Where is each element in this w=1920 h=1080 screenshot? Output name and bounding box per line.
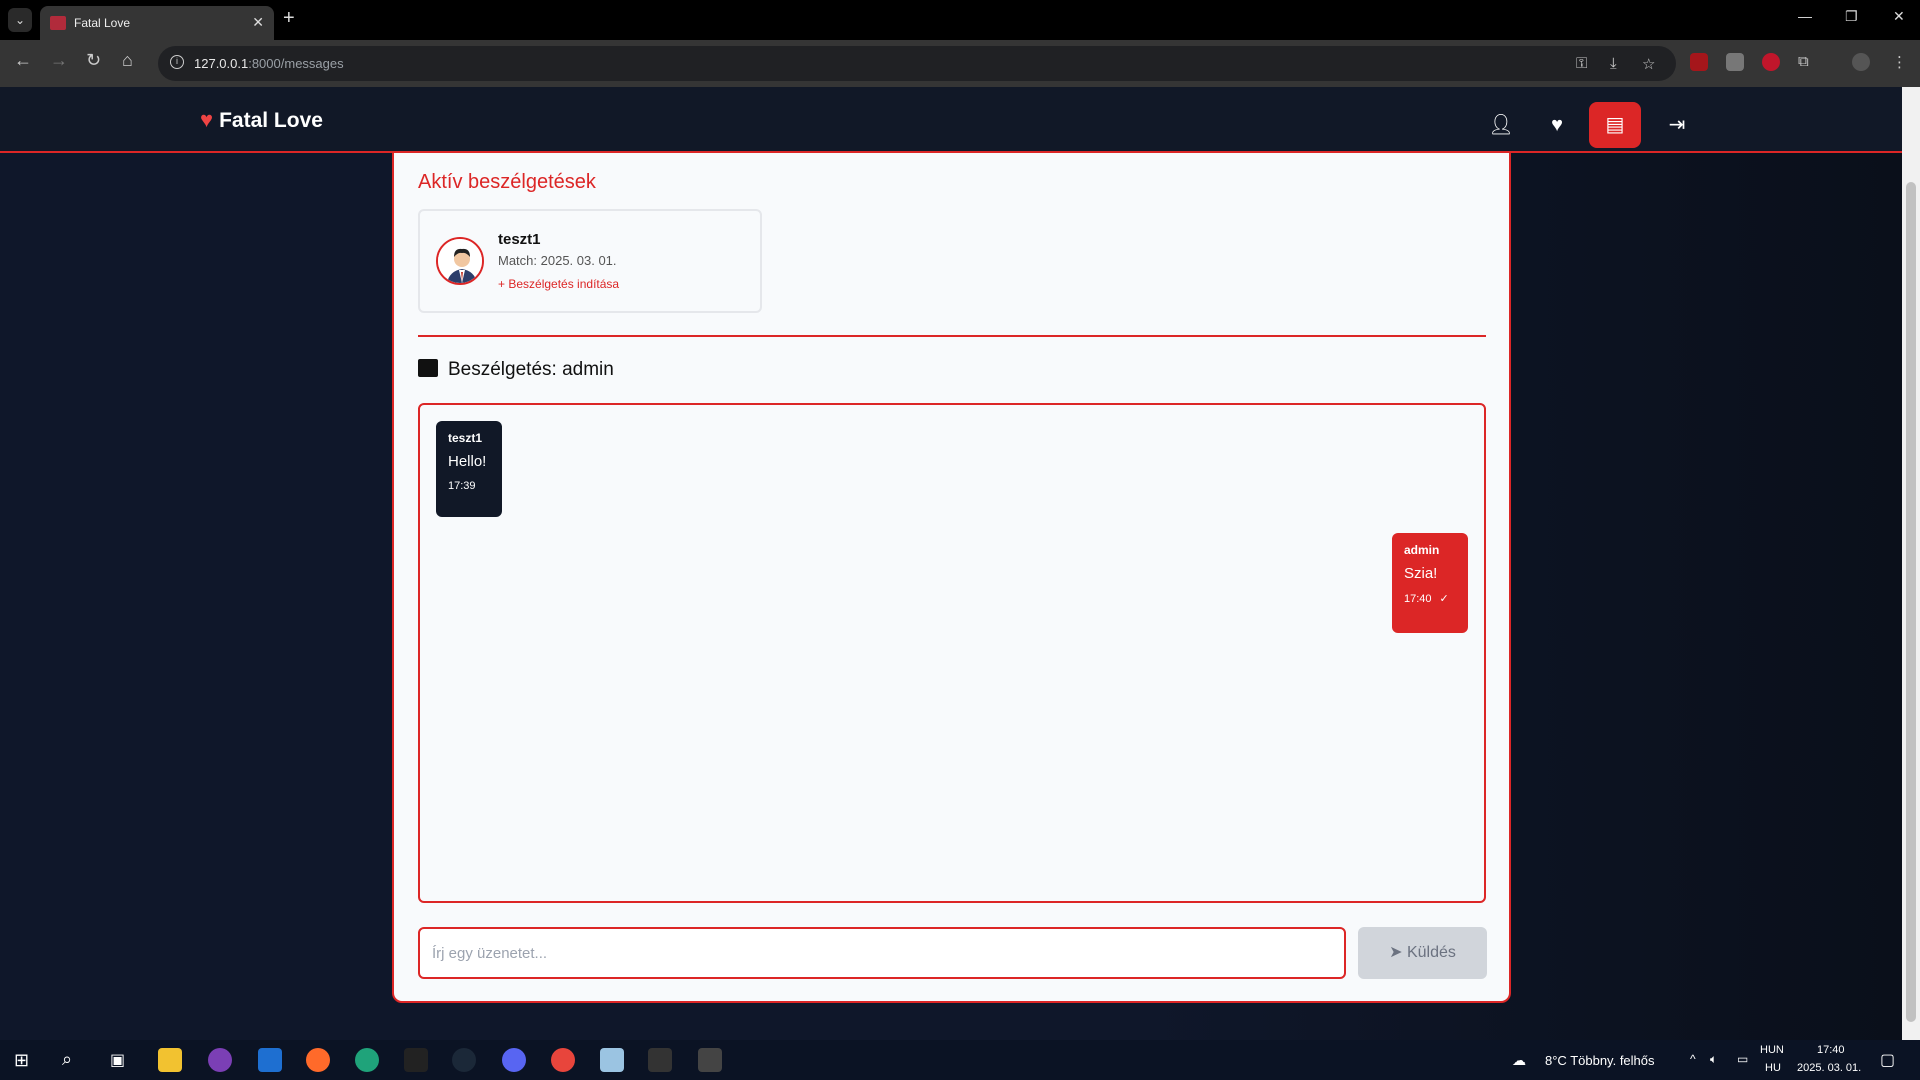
active-conversations-title: Aktív beszélgetések [418, 171, 596, 193]
steam-icon[interactable] [452, 1048, 476, 1072]
clock-time[interactable]: 17:40 [1817, 1044, 1845, 1056]
os-taskbar: ⊞ ⌕ ▣ ☁ 8°C Többny. felhős ^ 🔈︎ ▭ HUN HU… [0, 1040, 1920, 1080]
message-text: Szia! [1404, 565, 1438, 582]
match-date: Match: 2025. 03. 01. [498, 253, 617, 268]
github-desktop-icon[interactable] [208, 1048, 232, 1072]
scrollbar-thumb[interactable] [1906, 182, 1916, 1022]
bookmark-star-icon[interactable]: ☆ [1642, 55, 1655, 73]
home-icon[interactable]: ⌂ [122, 50, 133, 71]
message-sender: teszt1 [448, 431, 483, 445]
message-time: 17:40 ✓ [1404, 593, 1449, 605]
app-navbar: ♥ Fatal Love 👤︎ ♥ ▤ ⇥ [0, 87, 1902, 153]
search-icon[interactable]: ⌕ [62, 1049, 72, 1070]
task-view-icon[interactable]: ▣ [110, 1050, 125, 1070]
user-avatar-icon [438, 239, 482, 283]
firefox-icon[interactable] [306, 1048, 330, 1072]
edge-icon[interactable] [355, 1048, 379, 1072]
send-label: Küldés [1406, 944, 1456, 961]
site-favicon-icon [50, 16, 66, 30]
conversation-card[interactable]: teszt1 Match: 2025. 03. 01. + Beszélgeté… [418, 209, 762, 313]
tab-title: Fatal Love [74, 16, 131, 30]
install-app-icon[interactable]: ⤓ [1610, 55, 1617, 72]
section-divider [418, 335, 1486, 337]
back-icon[interactable]: ← [14, 50, 32, 71]
app-icon[interactable] [698, 1048, 722, 1072]
brand-name: Fatal Love [219, 109, 323, 132]
send-button[interactable]: ➤ Küldés [1358, 927, 1487, 979]
extensions-puzzle-icon[interactable]: ⧉ [1798, 53, 1809, 70]
address-bar[interactable]: i 127.0.0.1:8000/messages ⚿ ⤓ ☆ [158, 46, 1676, 81]
browser-menu-icon[interactable]: ⋮ [1892, 53, 1907, 71]
site-info-icon[interactable]: i [170, 55, 184, 69]
tab-close-icon[interactable]: ✕ [252, 14, 264, 31]
message-bubble-incoming: teszt1 Hello! 17:39 [436, 421, 502, 517]
profile-avatar-icon[interactable] [1852, 53, 1870, 71]
nav-messages-icon[interactable]: ▤ [1589, 102, 1641, 148]
nav-matches-heart-icon[interactable]: ♥ [1531, 102, 1583, 148]
reload-icon[interactable]: ↻ [86, 50, 101, 71]
message-time: 17:39 [448, 480, 476, 492]
brand-logo[interactable]: ♥ Fatal Love [200, 107, 323, 133]
discord-icon[interactable] [502, 1048, 526, 1072]
extension-icon[interactable] [1726, 53, 1744, 71]
network-icon[interactable]: ▭ [1737, 1052, 1748, 1066]
speaker-icon[interactable]: 🔈︎ [1710, 1052, 1717, 1067]
message-bubble-outgoing: admin Szia! 17:40 ✓ [1392, 533, 1468, 633]
chat-title: Beszélgetés: admin [418, 359, 614, 381]
start-conversation-link[interactable]: + Beszélgetés indítása [498, 277, 619, 291]
forward-icon[interactable]: → [50, 50, 68, 71]
message-sender: admin [1404, 543, 1440, 557]
chrome-icon[interactable] [551, 1048, 575, 1072]
read-check-icon: ✓ [1439, 593, 1449, 605]
input-language[interactable]: HUN [1760, 1044, 1784, 1056]
messages-card: Aktív beszélgetések teszt1 Match: 2025. … [392, 127, 1511, 1003]
epic-games-icon[interactable] [404, 1048, 428, 1072]
conversation-name: teszt1 [498, 231, 541, 248]
message-text: Hello! [448, 453, 487, 470]
window-close-icon[interactable]: ✕ [1893, 8, 1905, 25]
browser-tab[interactable]: Fatal Love ✕ [40, 6, 274, 40]
chat-title-text: Beszélgetés: admin [448, 359, 614, 380]
heart-logo-icon: ♥ [200, 107, 214, 132]
windows-start-icon[interactable]: ⊞ [14, 1050, 29, 1071]
minimize-icon[interactable]: — [1798, 8, 1812, 24]
app-icon[interactable] [258, 1048, 282, 1072]
blocker-extension-icon[interactable] [1762, 53, 1780, 71]
notepad-icon[interactable] [600, 1048, 624, 1072]
page-scrollbar[interactable] [1902, 87, 1920, 1040]
clock-date[interactable]: 2025. 03. 01. [1797, 1062, 1861, 1074]
browser-toolbar: ← → ↻ ⌂ i 127.0.0.1:8000/messages ⚿ ⤓ ☆ … [0, 40, 1920, 87]
weather-text[interactable]: 8°C Többny. felhős [1545, 1053, 1655, 1068]
browser-tabbar: ⌄ Fatal Love ✕ + — ❐ ✕ [0, 0, 1920, 40]
nav-logout-icon[interactable]: ⇥ [1651, 102, 1703, 148]
file-explorer-icon[interactable] [158, 1048, 182, 1072]
nav-profile-icon[interactable]: 👤︎ [1475, 102, 1527, 148]
tab-search-button[interactable]: ⌄ [8, 8, 32, 32]
notification-icon[interactable]: ▢ [1880, 1050, 1895, 1070]
send-paper-plane-icon: ➤ [1389, 944, 1403, 961]
message-input[interactable] [418, 927, 1346, 979]
password-key-icon[interactable]: ⚿ [1576, 55, 1587, 72]
page-viewport: ♥ Fatal Love 👤︎ ♥ ▤ ⇥ Aktív beszélgetések… [0, 87, 1902, 1040]
ublock-extension-icon[interactable] [1690, 53, 1708, 71]
message-list[interactable]: teszt1 Hello! 17:39 admin Szia! 17:40 ✓ [418, 403, 1486, 903]
avatar [436, 237, 484, 285]
weather-cloud-icon[interactable]: ☁ [1512, 1052, 1526, 1069]
restore-icon[interactable]: ❐ [1845, 8, 1858, 25]
chat-bubble-icon [418, 359, 438, 377]
url-text: 127.0.0.1:8000/messages [194, 56, 344, 71]
tray-chevron-icon[interactable]: ^ [1690, 1052, 1696, 1066]
new-tab-icon[interactable]: + [283, 7, 295, 30]
keyboard-layout[interactable]: HU [1765, 1062, 1781, 1074]
terminal-icon[interactable] [648, 1048, 672, 1072]
